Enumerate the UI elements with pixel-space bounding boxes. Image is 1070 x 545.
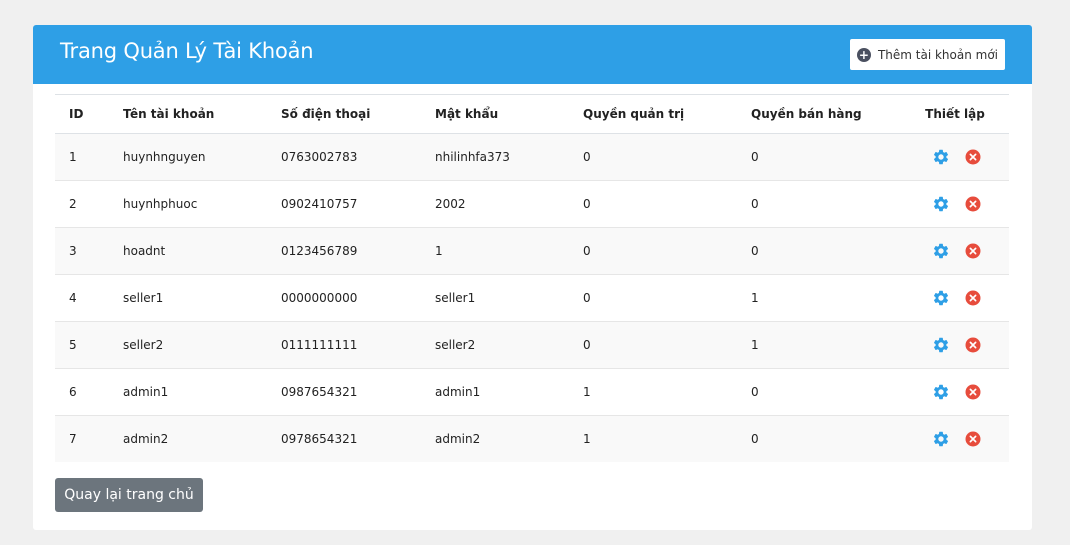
close-circle-icon[interactable] — [964, 289, 982, 307]
cell-username: admin1 — [123, 368, 281, 416]
cell-username: seller1 — [123, 274, 281, 322]
cell-settings — [901, 368, 1009, 416]
cell-admin: 0 — [583, 180, 751, 228]
gear-icon[interactable] — [932, 148, 950, 166]
table-row: 5 seller2 0111111111 seller2 0 1 — [55, 321, 1009, 369]
cell-admin: 0 — [583, 227, 751, 275]
cell-settings — [901, 133, 1009, 181]
cell-settings — [901, 227, 1009, 275]
close-circle-icon[interactable] — [964, 383, 982, 401]
cell-admin: 0 — [583, 274, 751, 322]
cell-phone: 0763002783 — [281, 133, 435, 181]
cell-phone: 0111111111 — [281, 321, 435, 369]
gear-icon[interactable] — [932, 195, 950, 213]
row-actions — [901, 336, 1009, 354]
cell-username: huynhphuoc — [123, 180, 281, 228]
cell-password: seller1 — [435, 274, 583, 322]
add-account-button[interactable]: + Thêm tài khoản mới — [850, 39, 1005, 70]
page-header: Trang Quản Lý Tài Khoản + Thêm tài khoản… — [33, 25, 1032, 84]
cell-seller: 0 — [751, 368, 901, 416]
cell-id: 3 — [55, 227, 123, 275]
cell-seller: 1 — [751, 274, 901, 322]
table-row: 6 admin1 0987654321 admin1 1 0 — [55, 368, 1009, 416]
cell-seller: 0 — [751, 133, 901, 181]
account-management-card: Trang Quản Lý Tài Khoản + Thêm tài khoản… — [33, 25, 1032, 530]
cell-seller: 0 — [751, 227, 901, 275]
cell-password: 1 — [435, 227, 583, 275]
col-header-seller: Quyền bán hàng — [751, 94, 901, 134]
row-actions — [901, 383, 1009, 401]
close-circle-icon[interactable] — [964, 242, 982, 260]
cell-admin: 0 — [583, 133, 751, 181]
cell-settings — [901, 415, 1009, 462]
table-row: 1 huynhnguyen 0763002783 nhilinhfa373 0 0 — [55, 133, 1009, 181]
gear-icon[interactable] — [932, 336, 950, 354]
table-row: 4 seller1 0000000000 seller1 0 1 — [55, 274, 1009, 322]
cell-settings — [901, 274, 1009, 322]
table-row: 3 hoadnt 0123456789 1 0 0 — [55, 227, 1009, 275]
cell-admin: 1 — [583, 368, 751, 416]
cell-admin: 1 — [583, 415, 751, 462]
gear-icon[interactable] — [932, 242, 950, 260]
close-circle-icon[interactable] — [964, 336, 982, 354]
close-circle-icon[interactable] — [964, 148, 982, 166]
cell-username: hoadnt — [123, 227, 281, 275]
table-header-row: ID Tên tài khoản Số điện thoại Mật khẩu … — [55, 94, 1009, 134]
col-header-id: ID — [55, 94, 123, 134]
cell-password: admin2 — [435, 415, 583, 462]
cell-password: admin1 — [435, 368, 583, 416]
cell-password: nhilinhfa373 — [435, 133, 583, 181]
cell-seller: 0 — [751, 180, 901, 228]
gear-icon[interactable] — [932, 430, 950, 448]
cell-settings — [901, 180, 1009, 228]
plus-circle-icon: + — [856, 47, 871, 62]
row-actions — [901, 195, 1009, 213]
gear-icon[interactable] — [932, 289, 950, 307]
cell-id: 6 — [55, 368, 123, 416]
cell-id: 7 — [55, 415, 123, 462]
table-row: 7 admin2 0978654321 admin2 1 0 — [55, 415, 1009, 462]
gear-icon[interactable] — [932, 383, 950, 401]
cell-phone: 0902410757 — [281, 180, 435, 228]
cell-phone: 0123456789 — [281, 227, 435, 275]
cell-phone: 0987654321 — [281, 368, 435, 416]
accounts-table: ID Tên tài khoản Số điện thoại Mật khẩu … — [55, 94, 1009, 462]
table-body: 1 huynhnguyen 0763002783 nhilinhfa373 0 0 2 huy… — [55, 133, 1009, 462]
row-actions — [901, 289, 1009, 307]
col-header-password: Mật khẩu — [435, 94, 583, 134]
col-header-username: Tên tài khoản — [123, 94, 281, 134]
col-header-phone: Số điện thoại — [281, 94, 435, 134]
close-circle-icon[interactable] — [964, 430, 982, 448]
cell-id: 1 — [55, 133, 123, 181]
col-header-admin: Quyền quản trị — [583, 94, 751, 134]
table-row: 2 huynhphuoc 0902410757 2002 0 0 — [55, 180, 1009, 228]
cell-username: huynhnguyen — [123, 133, 281, 181]
cell-settings — [901, 321, 1009, 369]
cell-password: 2002 — [435, 180, 583, 228]
cell-admin: 0 — [583, 321, 751, 369]
cell-id: 5 — [55, 321, 123, 369]
cell-seller: 1 — [751, 321, 901, 369]
cell-password: seller2 — [435, 321, 583, 369]
page-title: Trang Quản Lý Tài Khoản — [60, 39, 314, 63]
col-header-settings: Thiết lập — [901, 94, 1009, 134]
row-actions — [901, 148, 1009, 166]
cell-phone: 0978654321 — [281, 415, 435, 462]
cell-id: 4 — [55, 274, 123, 322]
cell-phone: 0000000000 — [281, 274, 435, 322]
add-account-label: Thêm tài khoản mới — [877, 47, 999, 62]
cell-seller: 0 — [751, 415, 901, 462]
row-actions — [901, 430, 1009, 448]
cell-id: 2 — [55, 180, 123, 228]
close-circle-icon[interactable] — [964, 195, 982, 213]
cell-username: admin2 — [123, 415, 281, 462]
back-home-button[interactable]: Quay lại trang chủ — [55, 478, 203, 512]
row-actions — [901, 242, 1009, 260]
cell-username: seller2 — [123, 321, 281, 369]
